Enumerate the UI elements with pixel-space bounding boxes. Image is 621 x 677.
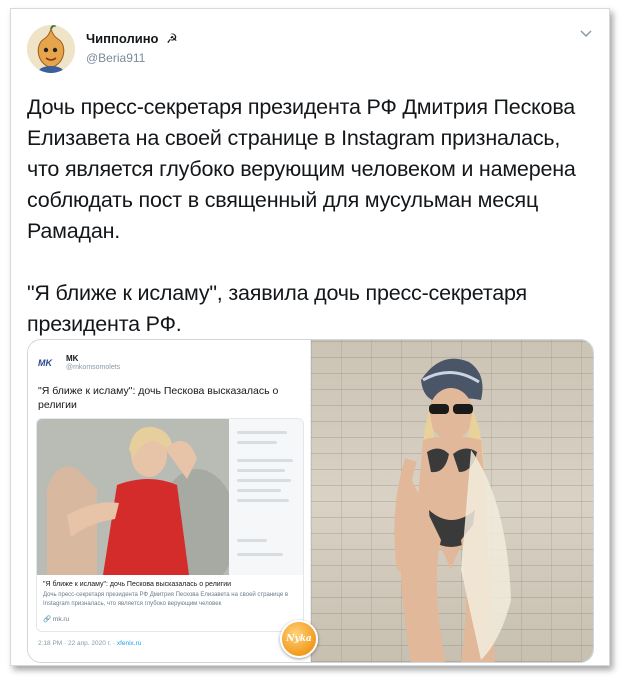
embedded-tweet-meta: 2:18 PM · 22 апр. 2020 г. · xfenix.ru — [38, 640, 141, 647]
embedded-author-name: MK — [66, 354, 79, 363]
link-preview-card[interactable]: "Я ближе к исламу": дочь Пескова высказа… — [36, 418, 304, 632]
embedded-tweet-source[interactable]: xfenix.ru — [117, 640, 142, 647]
mk-logo: MK — [38, 358, 52, 368]
nyka-watermark-logo: Nyka — [280, 620, 318, 658]
link-card-url: 🔗 mk.ru — [43, 615, 69, 623]
embedded-author-handle: @mkomsomolets — [66, 364, 121, 371]
instagram-post-preview — [229, 419, 303, 575]
tweet-paragraph: "Я ближе к исламу", заявила дочь пресс-с… — [27, 281, 527, 336]
link-card-description: Дочь пресс-секретаря президента РФ Дмитр… — [43, 592, 289, 607]
link-card-title: "Я ближе к исламу": дочь Пескова высказа… — [43, 581, 232, 588]
author-handle[interactable]: @Beria911 — [86, 51, 145, 65]
author-name-text: Чипполино — [86, 31, 159, 46]
hammer-sickle-icon: ☭ — [166, 31, 178, 46]
embedded-tweet-time: 2:18 PM · 22 апр. 2020 г. · — [38, 640, 116, 647]
embedded-headline: "Я ближе к исламу": дочь Пескова высказа… — [38, 385, 279, 411]
tweet-paragraph: Дочь пресс-секретаря президента РФ Дмитр… — [27, 95, 576, 243]
embedded-tweet-screenshot[interactable]: MK MK @mkomsomolets "Я ближе к исламу": … — [28, 340, 311, 662]
author-name[interactable]: Чипполино ☭ — [86, 31, 178, 47]
tweet-media[interactable]: MK MK @mkomsomolets "Я ближе к исламу": … — [27, 339, 594, 663]
tweet-card: Чипполино ☭ @Beria911 Дочь пресс-секрета… — [10, 8, 610, 666]
link-card-url-text: mk.ru — [52, 616, 70, 623]
cipollino-avatar-icon — [27, 25, 75, 73]
woman-red-dress-photo — [37, 419, 229, 575]
woman-bikini-photo[interactable] — [311, 340, 593, 662]
avatar[interactable] — [27, 25, 75, 73]
chevron-down-icon[interactable] — [577, 25, 595, 43]
tweet-text: Дочь пресс-секретаря президента РФ Дмитр… — [27, 92, 597, 340]
link-icon: 🔗 — [43, 616, 52, 623]
